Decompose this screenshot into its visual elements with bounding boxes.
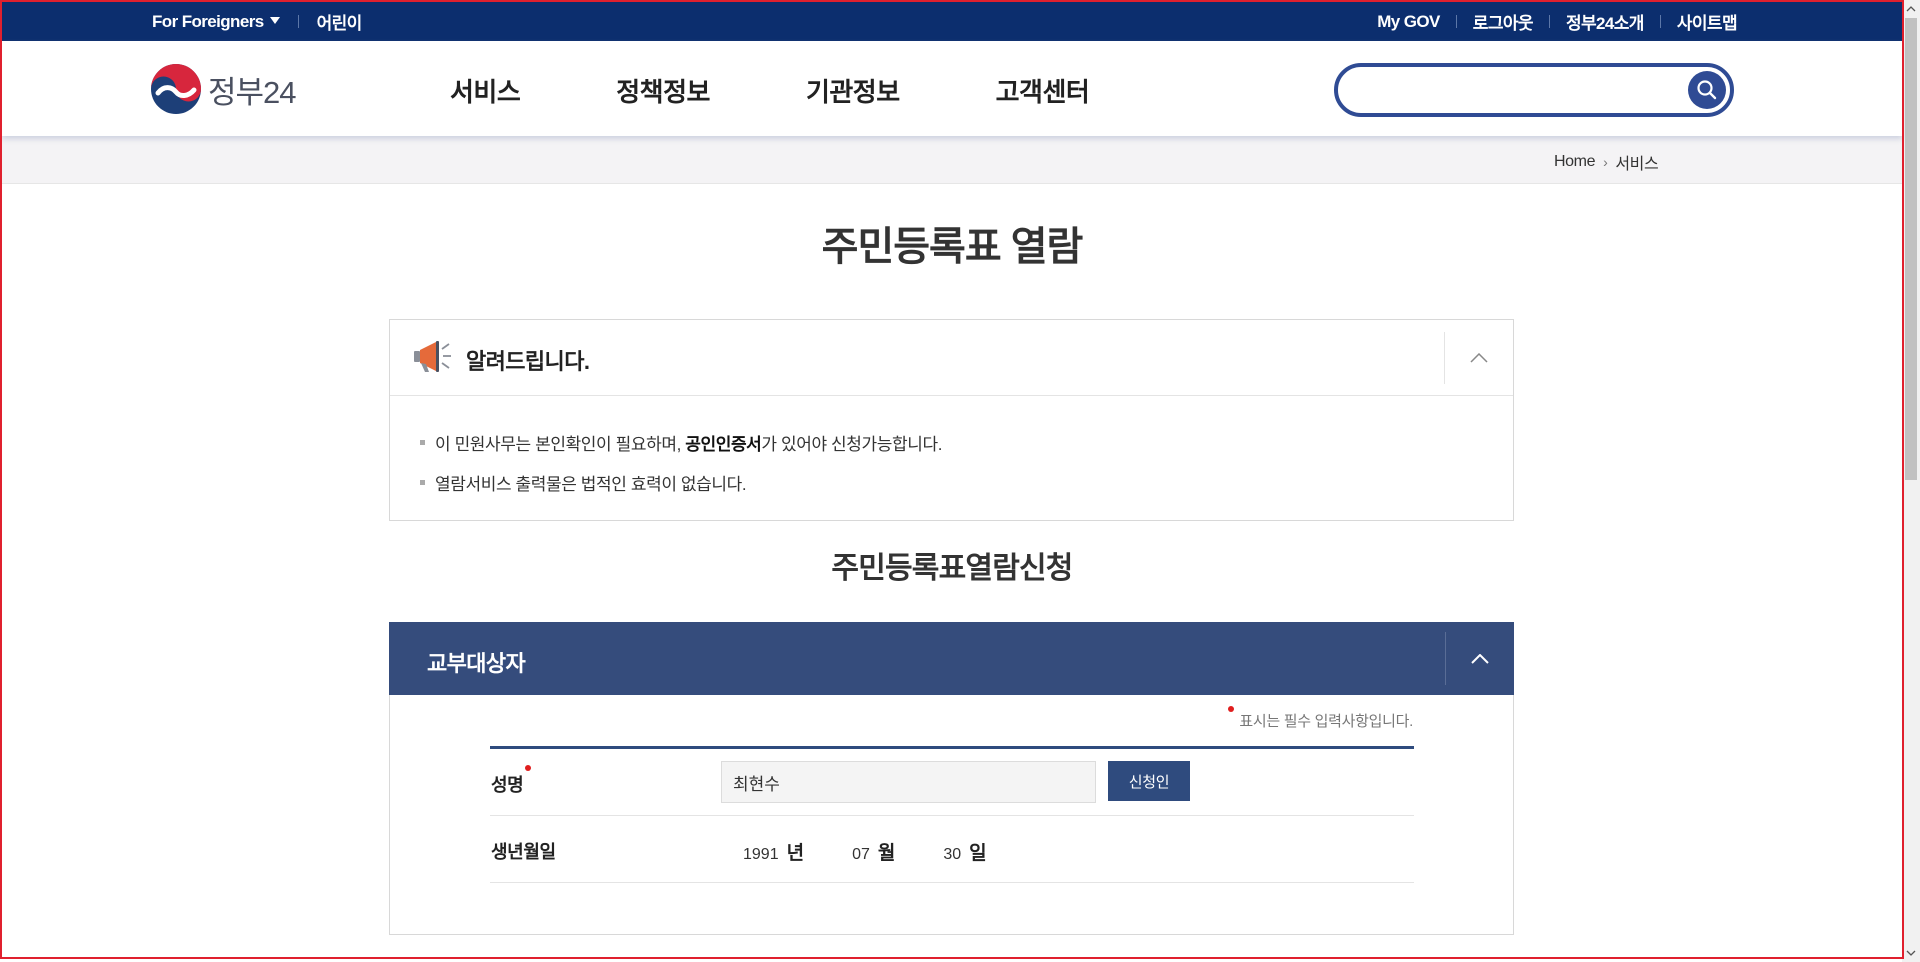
nav-services[interactable]: 서비스 (450, 72, 521, 109)
breadcrumb-current[interactable]: 서비스 (1615, 150, 1658, 174)
chevron-up-icon (1906, 6, 1916, 12)
utility-right: My GOV 로그아웃 정부24소개 사이트맵 (1377, 2, 1737, 41)
form-row-name: 성명 신청인 (490, 749, 1414, 816)
nav-policy-info[interactable]: 정책정보 (616, 72, 710, 109)
scroll-up-button[interactable] (1902, 0, 1920, 18)
notice-item-text: 열람서비스 출력물은 법적인 효력이 없습니다. (435, 475, 747, 494)
vertical-scrollbar[interactable] (1902, 0, 1920, 962)
chevron-down-icon (1906, 950, 1916, 956)
birth-day: 30 (943, 846, 962, 863)
logout-link[interactable]: 로그아웃 (1473, 9, 1534, 34)
notice-header: 알려드립니다. (390, 320, 1513, 396)
section-title: 주민등록표열람신청 (831, 552, 1073, 585)
notice-box: 알려드립니다. 이 민원사무는 본인확인이 필요하며, 공인인증서가 있어야 신… (389, 319, 1514, 521)
kids-link[interactable]: 어린이 (317, 9, 363, 34)
for-foreigners-menu[interactable]: For Foreigners (152, 12, 280, 32)
logo-text: 정부24 (208, 74, 297, 110)
birthdate-label: 생년월일 (491, 842, 556, 862)
search-box (1334, 63, 1734, 117)
nav-agency-info[interactable]: 기관정보 (806, 72, 900, 109)
required-dot-icon (1228, 706, 1235, 712)
notice-text: 가 있어야 신청가능합니다. (761, 435, 943, 454)
panel-header: 교부대상자 (389, 622, 1514, 695)
page-title: 주민등록표 열람 (821, 225, 1084, 269)
chevron-right-icon: › (1603, 154, 1608, 170)
notice-item-text: 이 민원사무는 본인확인이 필요하며, 공인인증서가 있어야 신청가능합니다. (435, 430, 942, 455)
notice-item: 열람서비스 출력물은 법적인 효력이 없습니다. (420, 470, 1513, 495)
sitemap-link[interactable]: 사이트맵 (1677, 9, 1738, 34)
site-header: 정부24 서비스 정책정보 기관정보 고객센터 (2, 41, 1902, 136)
month-unit: 월 (877, 843, 896, 864)
breadcrumb: Home › 서비스 (1554, 150, 1659, 174)
year-unit: 년 (786, 843, 805, 864)
breadcrumb-bar: Home › 서비스 (2, 136, 1902, 184)
notice-collapse-button[interactable] (1444, 332, 1513, 384)
search-input[interactable] (1354, 75, 1674, 105)
bullet-icon (420, 440, 425, 445)
panel-title: 교부대상자 (427, 651, 526, 676)
recipient-panel: 교부대상자 표시는 필수 입력사항입니다. 성명 신청인 생년월일 1991 년… (389, 622, 1514, 935)
chevron-up-icon (1471, 653, 1489, 664)
divider (1659, 15, 1661, 28)
for-foreigners-label: For Foreigners (152, 11, 264, 31)
divider (297, 15, 299, 28)
name-field[interactable] (721, 761, 1096, 803)
required-note-text: 표시는 필수 입력사항입니다. (1239, 713, 1413, 730)
my-gov-link[interactable]: My GOV (1377, 12, 1440, 32)
name-label-text: 성명 (491, 775, 524, 795)
applicant-button[interactable]: 신청인 (1108, 761, 1190, 801)
day-unit: 일 (969, 843, 987, 864)
utility-left: For Foreigners 어린이 (152, 2, 362, 41)
caret-down-icon (269, 16, 280, 24)
divider (1548, 15, 1550, 28)
breadcrumb-home[interactable]: Home (1554, 153, 1595, 171)
search-icon (1697, 80, 1717, 100)
required-dot-icon (525, 765, 532, 771)
nav-customer-center[interactable]: 고객센터 (996, 72, 1090, 109)
main-nav: 서비스 정책정보 기관정보 고객센터 (450, 72, 1185, 109)
about-link[interactable]: 정부24소개 (1566, 9, 1644, 34)
utility-bar: For Foreigners 어린이 My GOV 로그아웃 정부24소개 사이… (2, 2, 1902, 41)
notice-body: 이 민원사무는 본인확인이 필요하며, 공인인증서가 있어야 신청가능합니다. … (390, 396, 1513, 495)
search-button[interactable] (1688, 71, 1726, 109)
birthdate-value: 1991 년 07 월 30 일 (743, 838, 1035, 865)
megaphone-icon (414, 341, 451, 372)
notice-item: 이 민원사무는 본인확인이 필요하며, 공인인증서가 있어야 신청가능합니다. (420, 430, 1513, 455)
scroll-down-button[interactable] (1902, 944, 1920, 962)
notice-emphasis: 공인인증서 (685, 435, 762, 454)
form-table: 성명 신청인 생년월일 1991 년 07 월 30 일 (490, 746, 1414, 883)
name-label: 성명 (491, 765, 532, 797)
panel-collapse-button[interactable] (1445, 632, 1514, 685)
bullet-icon (420, 480, 425, 485)
birth-year: 1991 (743, 846, 779, 863)
logo[interactable]: 정부24 (150, 63, 297, 115)
form-row-birthdate: 생년월일 1991 년 07 월 30 일 (490, 816, 1414, 883)
notice-text: 이 민원사무는 본인확인이 필요하며, (435, 435, 686, 454)
scrollbar-thumb[interactable] (1905, 18, 1917, 480)
required-note: 표시는 필수 입력사항입니다. (1228, 706, 1413, 731)
chevron-up-icon (1470, 353, 1488, 363)
notice-title: 알려드립니다. (466, 349, 590, 374)
divider (1455, 15, 1457, 28)
taegeuk-logo-icon (151, 64, 201, 114)
birth-month: 07 (852, 846, 870, 863)
